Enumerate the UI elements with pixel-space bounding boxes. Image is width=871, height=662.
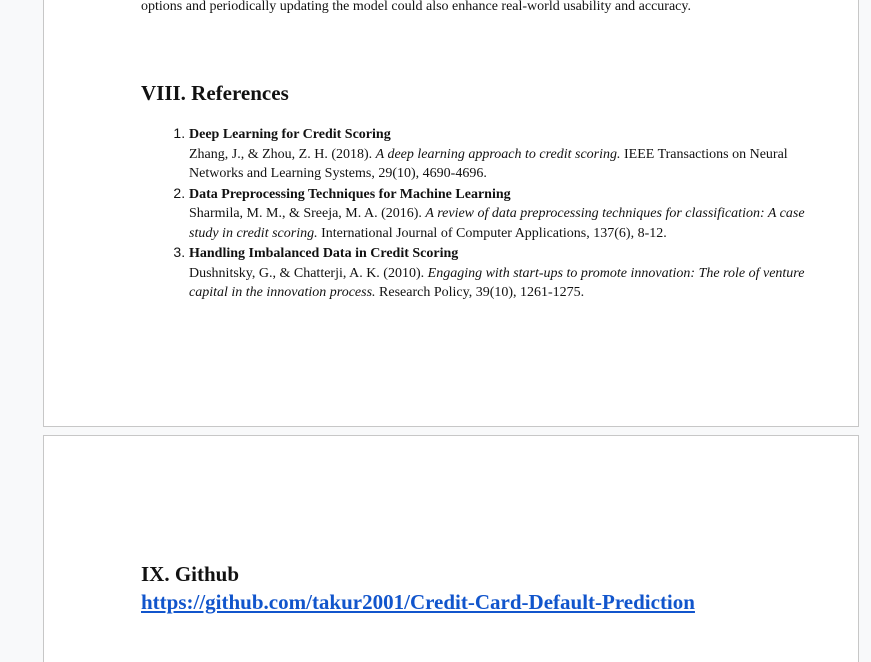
reference-title: Data Preprocessing Techniques for Machin… (189, 186, 511, 202)
reference-title: Handling Imbalanced Data in Credit Scori… (189, 246, 459, 261)
reference-work: A deep learning approach to credit scori… (375, 146, 621, 162)
paragraph-continuation: options and periodically updating the mo… (141, 0, 691, 14)
document-page-1: options and periodically updating the mo… (43, 0, 859, 427)
document-page-2: IX. Github https://github.com/takur2001/… (43, 435, 859, 662)
reference-authors: Dushnitsky, G., & Chatterji, A. K. (2010… (189, 265, 428, 281)
reference-item: Data Preprocessing Techniques for Machin… (189, 184, 809, 244)
references-heading: VIII. References (141, 81, 289, 105)
reference-item: Handling Imbalanced Data in Credit Scori… (189, 243, 809, 303)
reference-venue: Research Policy, 39(10), 1261-1275. (375, 285, 585, 300)
reference-item: Deep Learning for Credit Scoring Zhang, … (189, 124, 809, 184)
reference-authors: Sharmila, M. M., & Sreeja, M. A. (2016). (189, 206, 426, 221)
github-repo-link[interactable]: https://github.com/takur2001/Credit-Card… (141, 590, 695, 614)
reference-citation: Zhang, J., & Zhou, Z. H. (2018). A deep … (189, 145, 809, 184)
reference-citation: Dushnitsky, G., & Chatterji, A. K. (2010… (189, 264, 809, 303)
reference-citation: Sharmila, M. M., & Sreeja, M. A. (2016).… (189, 204, 809, 243)
github-heading: IX. Github (141, 562, 240, 586)
reference-authors: Zhang, J., & Zhou, Z. H. (2018). (189, 146, 376, 162)
reference-venue: International Journal of Computer Applic… (317, 225, 667, 241)
reference-title: Deep Learning for Credit Scoring (189, 127, 391, 142)
references-list: Deep Learning for Credit Scoring Zhang, … (141, 124, 809, 303)
